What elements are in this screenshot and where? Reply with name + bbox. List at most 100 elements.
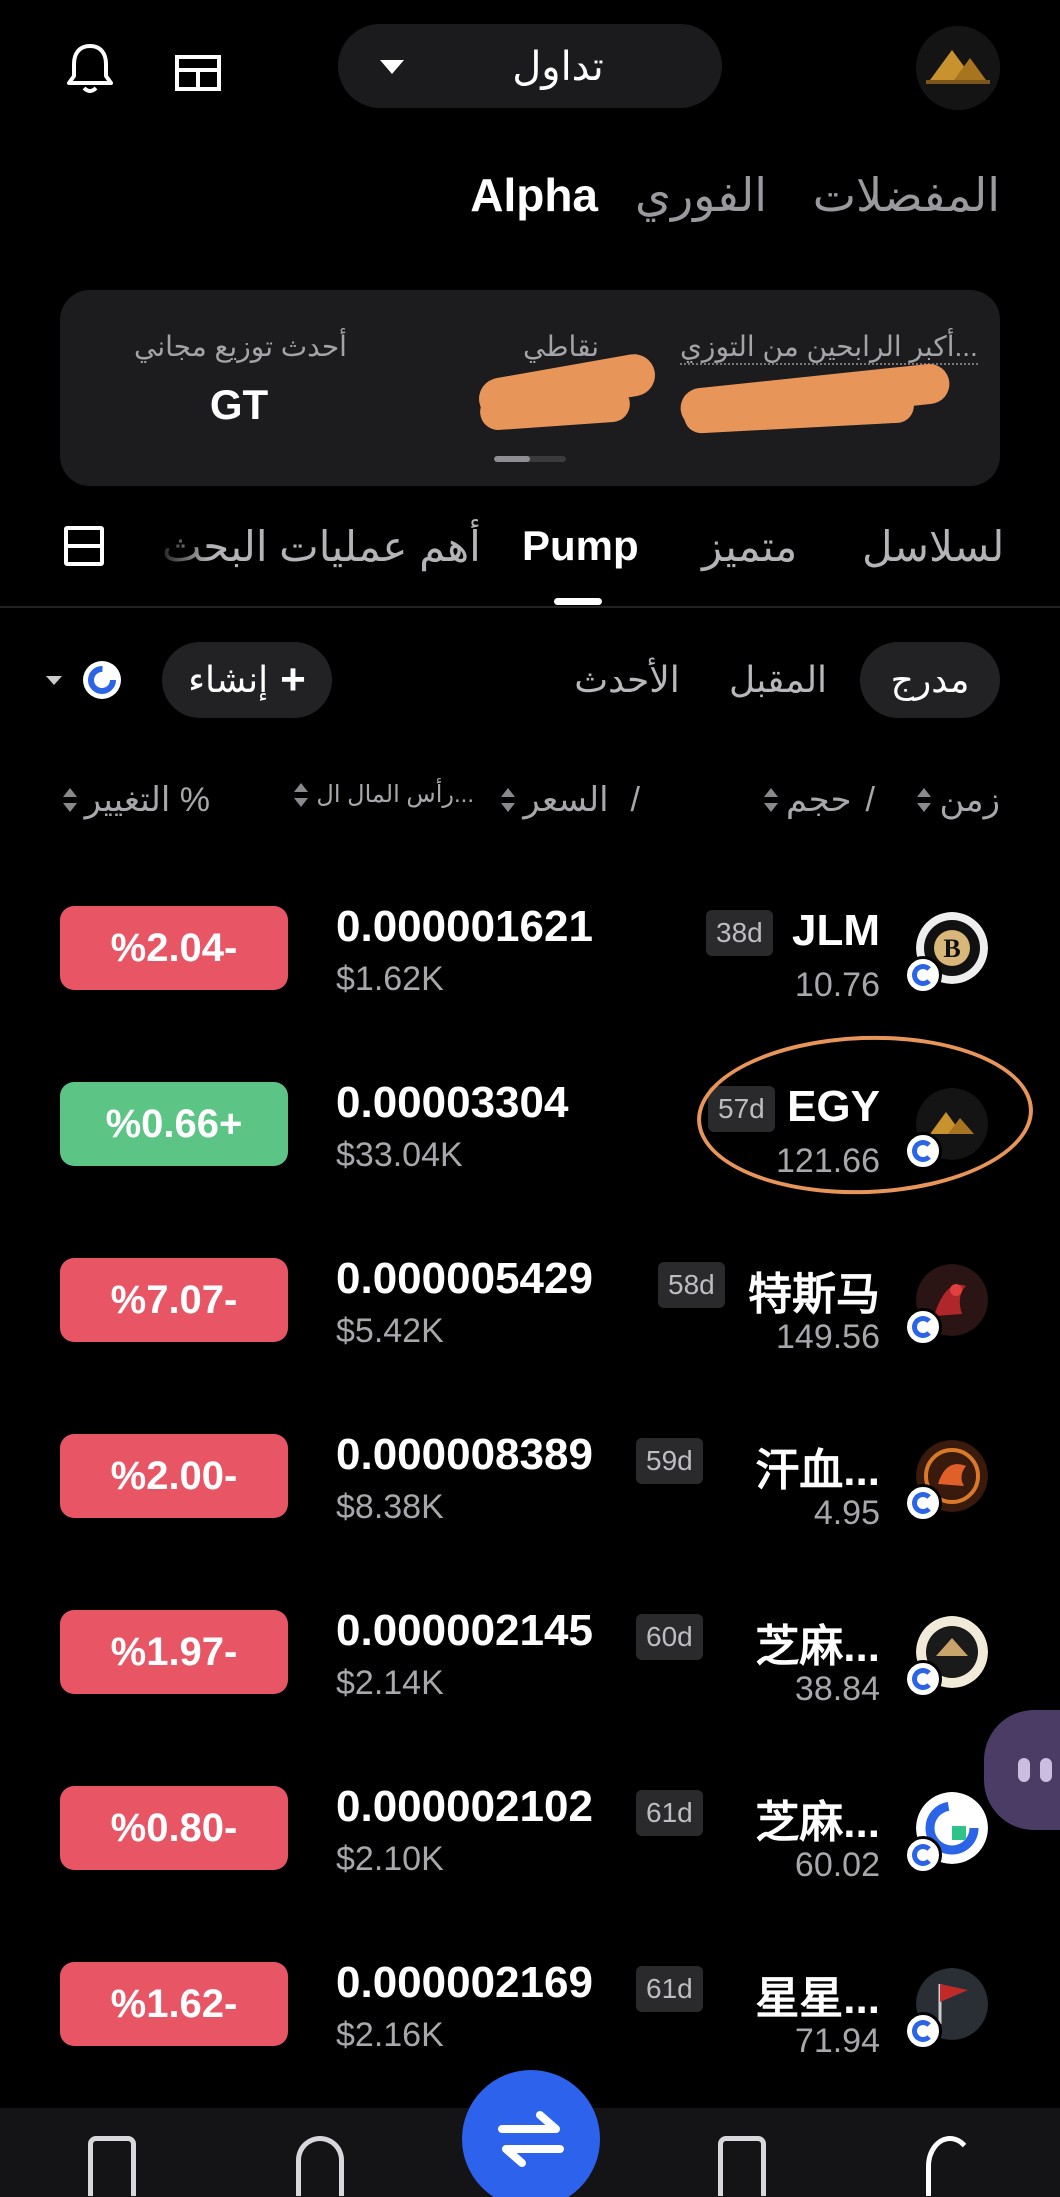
tab-favorites[interactable]: المفضلات (813, 168, 1000, 222)
token-row[interactable]: %7.07- 0.000005429 $5.42K 58d 特斯马 149.56 (0, 1222, 1060, 1398)
swap-icon (498, 2111, 564, 2167)
sort-icon (917, 788, 932, 812)
token-volume: 10.76 (794, 966, 880, 1004)
tab-spot[interactable]: الفوري (635, 168, 767, 222)
token-market-cap: $2.10K (336, 1840, 444, 1878)
token-market-cap: $2.16K (336, 2016, 444, 2054)
tab-alpha[interactable]: Alpha (470, 168, 598, 222)
header-volume[interactable]: حجم / (763, 780, 875, 820)
chain-badge-icon (904, 2012, 942, 2050)
chain-logo-icon (83, 661, 121, 699)
change-badge[interactable]: %0.66+ (60, 1082, 288, 1166)
change-badge[interactable]: %2.00- (60, 1434, 288, 1518)
chat-bubble-button[interactable] (984, 1710, 1060, 1830)
futures-icon[interactable] (718, 2136, 766, 2196)
tab-pump[interactable]: Pump (522, 522, 639, 570)
chain-badge-icon (904, 1836, 942, 1874)
latest-airdrop-label: أحدث توزيع مجاني (134, 331, 347, 362)
wallet-icon[interactable] (88, 2136, 136, 2196)
sort-icon (62, 788, 77, 812)
token-volume: 38.84 (794, 1670, 880, 1708)
active-tab-underline (554, 598, 602, 605)
token-volume: 149.56 (776, 1318, 880, 1356)
mode-selector[interactable]: تداول (338, 24, 722, 108)
token-price: 0.000002102 (336, 1782, 593, 1831)
token-name: 汗血... (755, 1446, 880, 1495)
column-headers: زمن حجم / السعر / رأس المال ال... التغيير … (0, 780, 1060, 830)
token-name: 芝麻... (755, 1798, 880, 1847)
create-label: إنشاء (188, 659, 269, 700)
header-price[interactable]: السعر / (501, 780, 640, 820)
token-volume: 71.94 (794, 2022, 880, 2060)
token-age: 58d (658, 1262, 725, 1308)
latest-airdrop-value: GT (209, 381, 269, 428)
token-market-cap: $2.14K (336, 1664, 444, 1702)
chain-badge-icon (904, 956, 942, 994)
main-tabs: المفضلات الفوري Alpha (0, 168, 1060, 238)
scroll-fade (150, 510, 210, 600)
sort-icon (501, 788, 516, 812)
header-market-cap[interactable]: رأس المال ال... (294, 780, 474, 809)
token-price: 0.000002169 (336, 1958, 593, 2007)
sort-icon (294, 782, 309, 807)
info-card[interactable]: أحدث توزيع مجاني GT نقاطي أكبر الرابحين … (60, 290, 1000, 486)
filter-listed[interactable]: مدرج (860, 642, 1000, 718)
sort-icon (763, 788, 778, 812)
category-tabs: لسلاسل متميز Pump أهم عمليات البحث (0, 510, 1060, 608)
latest-airdrop[interactable]: أحدث توزيع مجاني GT (134, 330, 347, 429)
scroll-fade (1000, 510, 1060, 600)
chain-selector[interactable] (40, 660, 130, 700)
token-age: 61d (636, 1966, 703, 2012)
token-row[interactable]: %1.97- 0.000002145 $2.14K 60d 芝麻... 38.8… (0, 1574, 1060, 1750)
carousel-indicator (494, 456, 566, 462)
chain-badge-icon (904, 1660, 942, 1698)
top-bar: تداول (0, 0, 1060, 140)
filter-latest[interactable]: الأحدث (562, 642, 692, 718)
token-age: 38d (706, 910, 773, 956)
rewards-icon[interactable] (296, 2136, 344, 2196)
chat-dot (1018, 1758, 1030, 1782)
svg-text:B: B (943, 934, 960, 963)
change-badge[interactable]: %2.04- (60, 906, 288, 990)
token-market-cap: $1.62K (336, 960, 444, 998)
chain-badge-icon (904, 1484, 942, 1522)
change-badge[interactable]: %7.07- (60, 1258, 288, 1342)
swap-button[interactable] (462, 2070, 600, 2197)
token-row[interactable]: %2.04- 0.000001621 $1.62K 38d JLM 10.76 … (0, 870, 1060, 1046)
token-row[interactable]: %0.80- 0.000002102 $2.10K 61d 芝麻... 60.0… (0, 1750, 1060, 1926)
token-price: 0.000002145 (336, 1606, 593, 1655)
token-name: 特斯马 (748, 1270, 880, 1319)
mode-label: تداول (512, 45, 604, 89)
tab-featured[interactable]: متميز (702, 522, 797, 571)
token-name: JLM (792, 906, 880, 955)
change-badge[interactable]: %1.62- (60, 1962, 288, 2046)
change-badge[interactable]: %1.97- (60, 1610, 288, 1694)
token-volume: 4.95 (813, 1494, 880, 1532)
chat-dot (1040, 1758, 1052, 1782)
token-age: 61d (636, 1790, 703, 1836)
header-change[interactable]: التغيير % (62, 780, 210, 820)
token-market-cap: $5.42K (336, 1312, 444, 1350)
token-volume: 60.02 (794, 1846, 880, 1884)
caret-down-icon (46, 676, 62, 685)
filter-row: مدرج المقبل الأحدث إنشاء + (0, 642, 1060, 718)
change-badge[interactable]: %0.80- (60, 1786, 288, 1870)
header-time[interactable]: زمن (917, 780, 1000, 820)
avatar[interactable] (916, 26, 1000, 110)
token-market-cap: $8.38K (336, 1488, 444, 1526)
top-earners-label: أكبر الرابحين من التوزي... (680, 330, 978, 365)
create-button[interactable]: إنشاء + (162, 642, 332, 718)
filter-upcoming[interactable]: المقبل (718, 642, 838, 718)
token-row[interactable]: %2.00- 0.000008389 $8.38K 59d 汗血... 4.95 (0, 1398, 1060, 1574)
token-age: 60d (636, 1614, 703, 1660)
plus-icon: + (280, 655, 306, 704)
tab-chains[interactable]: لسلاسل (862, 522, 1004, 571)
layout-icon[interactable] (168, 42, 228, 102)
token-price: 0.000008389 (336, 1430, 593, 1479)
token-name: 星星... (755, 1974, 880, 2023)
token-price: 0.000001621 (336, 902, 593, 951)
bell-icon[interactable] (60, 38, 120, 98)
token-age: 59d (636, 1438, 703, 1484)
token-price: 0.00003304 (336, 1078, 569, 1127)
alpha-icon[interactable] (926, 2136, 974, 2196)
